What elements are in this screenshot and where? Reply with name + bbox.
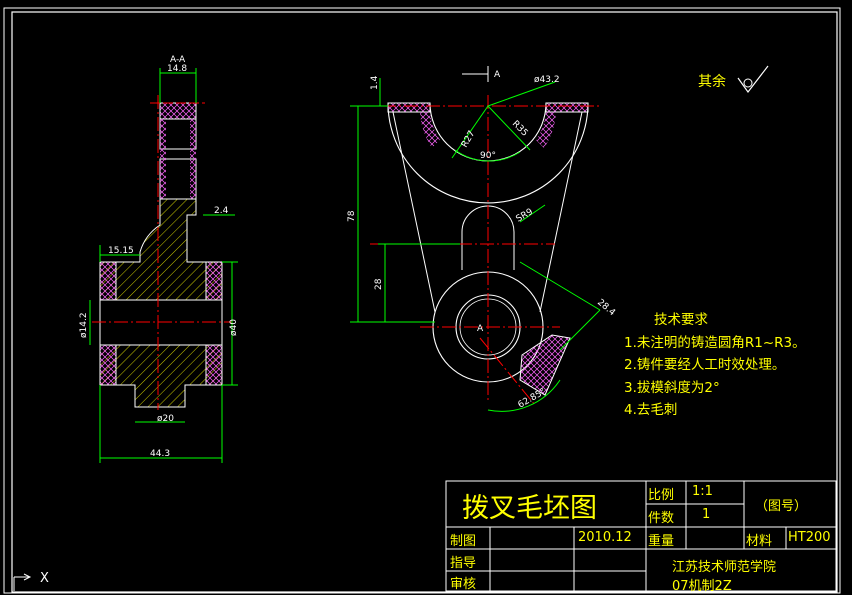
dim-angle: 90° <box>480 151 496 161</box>
scale-value: 1:1 <box>692 484 713 499</box>
drawing-date: 2010.12 <box>578 530 632 545</box>
dim-arc-outer: ø43.2 <box>534 75 560 85</box>
weight-label: 重量 <box>648 534 675 549</box>
dim-view-mark: A <box>494 70 501 80</box>
drawing-number: （图号） <box>755 499 808 514</box>
dim-center-label: A <box>477 324 484 334</box>
dim-hub-dia: ø40 <box>229 319 239 336</box>
advisor-label: 指导 <box>450 556 477 571</box>
dim-radius-mid: R35 <box>510 119 530 139</box>
dim-sphere-radius: SR9 <box>515 207 536 225</box>
tech-req-title: 技术要求 <box>654 312 708 328</box>
drawing-title: 拨叉毛坯图 <box>462 493 597 524</box>
ucs-x-label: X <box>40 571 49 586</box>
ucs-icon <box>13 573 32 591</box>
dim-radius-inner: R27 <box>460 129 478 149</box>
tech-req-item-2: 2.铸件要经人工时效处理。 <box>624 357 786 373</box>
material-label: 材料 <box>746 534 773 549</box>
dim-width-top: 14.8 <box>167 64 187 74</box>
dim-boss-dia: ø20 <box>157 414 174 424</box>
material-value: HT200 <box>788 530 831 545</box>
section-view: A-A 14.8 2.4 15.15 ø14.2 ø40 ø20 44.3 <box>79 55 239 463</box>
fork-top-section <box>159 102 197 120</box>
technical-requirements: 技术要求 1.未注明的铸造圆角R1~R3。 2.铸件要经人工时效处理。 3.拔模… <box>624 309 806 422</box>
dim-bore-dia: ø14.2 <box>79 312 89 338</box>
dim-offset: 2.4 <box>214 206 229 216</box>
tech-req-item-4: 4.去毛刺 <box>624 402 678 418</box>
quantity-value: 1 <box>702 507 711 522</box>
dim-length-arm: 28.4 <box>595 298 617 319</box>
quantity-label: 件数 <box>648 511 675 526</box>
class-name: 07机制2Z <box>672 579 732 594</box>
school-name: 江苏技术师范学院 <box>672 560 777 575</box>
dim-height-total: 78 <box>347 210 357 222</box>
drawing-canvas: A-A 14.8 2.4 15.15 ø14.2 ø40 ø20 44.3 ø4… <box>3 7 841 594</box>
dim-arc-angle: 62.85° <box>517 387 548 411</box>
roughness-label: 其余 <box>698 73 726 90</box>
dim-height-lower: 28 <box>374 278 384 290</box>
dim-top-thickness: 1.4 <box>370 75 380 90</box>
scale-label: 比例 <box>648 488 675 503</box>
front-view: ø43.2 R27 R35 90° 1.4 A 78 28 SR9 28.4 6… <box>347 66 617 412</box>
drafter-label: 制图 <box>450 534 477 549</box>
roughness-icon <box>737 65 769 94</box>
tech-req-item-3: 3.拔模斜度为2° <box>624 379 720 396</box>
dim-overall-width: 44.3 <box>150 449 170 459</box>
tech-req-item-1: 1.未注明的铸造圆角R1~R3。 <box>624 334 806 351</box>
reviewer-label: 审核 <box>450 577 477 592</box>
dim-hub-step: 15.15 <box>108 246 134 256</box>
